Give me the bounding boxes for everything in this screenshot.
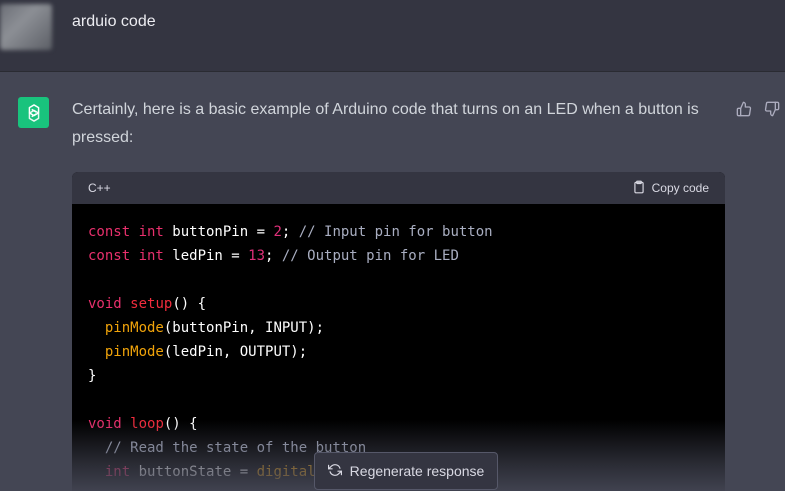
user-message-text: arduio code bbox=[72, 13, 156, 30]
code-token: // Output pin for LED bbox=[281, 248, 459, 264]
thumbs-down-icon[interactable] bbox=[763, 100, 781, 118]
code-line: void setup() { bbox=[88, 292, 709, 316]
code-token: (ledPin, OUTPUT); bbox=[163, 344, 308, 360]
code-token: ledPin = bbox=[163, 248, 249, 264]
code-token: 2 bbox=[273, 224, 282, 240]
regenerate-label: Regenerate response bbox=[349, 463, 485, 479]
code-token: (buttonPin, INPUT); bbox=[163, 320, 325, 336]
code-language-label: C++ bbox=[88, 181, 111, 195]
code-token: setup bbox=[130, 296, 173, 312]
code-token: const int bbox=[88, 248, 164, 264]
code-token: ; bbox=[281, 224, 299, 240]
copy-code-label: Copy code bbox=[651, 181, 709, 195]
code-token: const int bbox=[88, 224, 164, 240]
user-avatar bbox=[0, 4, 52, 50]
regenerate-response-button[interactable]: Regenerate response bbox=[314, 452, 498, 490]
code-token: buttonPin = bbox=[163, 224, 274, 240]
thumbs-up-icon[interactable] bbox=[735, 100, 753, 118]
code-line: pinMode(ledPin, OUTPUT); bbox=[88, 340, 709, 364]
assistant-message-text: Certainly, here is a basic example of Ar… bbox=[72, 101, 699, 146]
refresh-icon bbox=[327, 463, 342, 480]
clipboard-icon bbox=[632, 180, 646, 197]
copy-code-button[interactable]: Copy code bbox=[632, 180, 709, 197]
code-token: } bbox=[88, 368, 97, 384]
code-token: () { bbox=[172, 296, 207, 312]
user-message-row: arduio code bbox=[0, 0, 785, 72]
code-token: 13 bbox=[248, 248, 266, 264]
code-line: pinMode(buttonPin, INPUT); bbox=[88, 316, 709, 340]
code-line: const int buttonPin = 2; // Input pin fo… bbox=[88, 220, 709, 244]
code-token: void bbox=[88, 296, 122, 312]
openai-logo-icon bbox=[18, 97, 49, 128]
code-line: } bbox=[88, 364, 709, 388]
code-line: const int ledPin = 13; // Output pin for… bbox=[88, 244, 709, 268]
code-token: // Input pin for button bbox=[298, 224, 493, 240]
code-token: pinMode bbox=[104, 320, 164, 336]
code-token: ; bbox=[265, 248, 282, 264]
code-block-header: C++ Copy code bbox=[72, 172, 725, 204]
code-token: pinMode bbox=[104, 344, 164, 360]
